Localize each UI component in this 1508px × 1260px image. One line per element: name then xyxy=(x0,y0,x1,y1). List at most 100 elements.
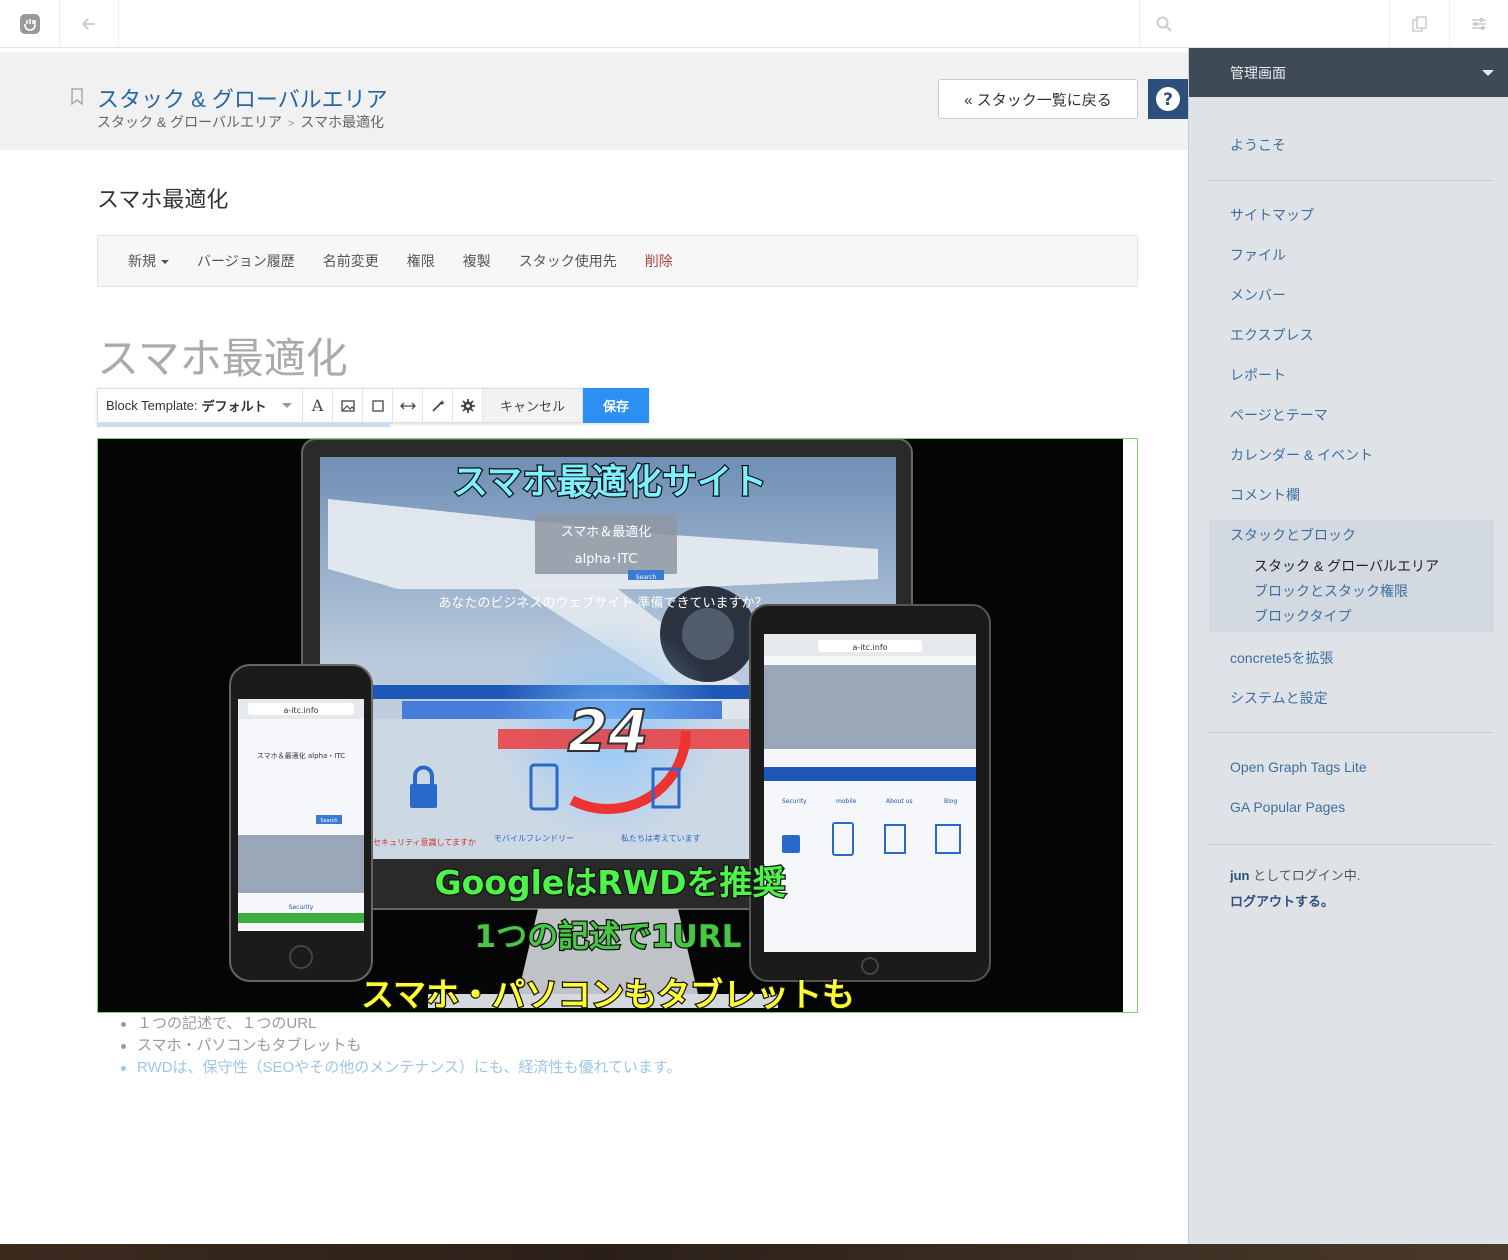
monitor-label-3: 私たちは考えています xyxy=(621,834,701,843)
page-header: スタック & グローバルエリア スタック & グローバルエリア > スマホ最適化 «… xyxy=(0,52,1188,150)
breadcrumb-separator-icon: > xyxy=(287,118,295,130)
dropdown-arrow-icon xyxy=(282,403,292,408)
area-title: スマホ最適化 xyxy=(97,335,348,382)
caption-top: スマホ最適化サイト xyxy=(453,463,767,503)
sidebar-item-members[interactable]: メンバー xyxy=(1230,285,1286,305)
sidebar-subitem-permissions[interactable]: ブロックとスタック権限 xyxy=(1254,581,1408,601)
block-template-select[interactable]: Block Template: デフォルト xyxy=(98,389,303,422)
block-template-label: Block Template: xyxy=(106,398,198,413)
monitor-site-sub: alpha･ITC xyxy=(575,552,638,567)
tablet-url: a-itc.info xyxy=(852,643,887,652)
concrete5-logo-icon[interactable] xyxy=(0,0,60,48)
breadcrumb-item-current: スマホ最適化 xyxy=(300,114,385,130)
sidebar-divider xyxy=(1209,732,1493,733)
list-item-link[interactable]: RWDは、保守性（SEOやその他のメンテナンス）にも、経済性も優れています。 xyxy=(118,1057,682,1079)
sidebar-item-pages-themes[interactable]: ページとテーマ xyxy=(1230,405,1328,425)
menu-version-history[interactable]: バージョン履歴 xyxy=(183,251,309,271)
desktop-strip xyxy=(0,1244,1508,1260)
logout-link[interactable]: ログアウトする。 xyxy=(1230,891,1334,910)
sidebar-divider xyxy=(1209,180,1493,181)
border-icon[interactable] xyxy=(363,389,393,422)
block-template-value: デフォルト xyxy=(201,399,267,414)
sidebar-divider xyxy=(1209,844,1493,845)
help-icon: ? xyxy=(1156,87,1180,111)
phone-url: a-itc.info xyxy=(283,706,318,715)
breadcrumb-item-stacks[interactable]: スタック & グローバルエリア xyxy=(97,114,282,130)
stack-name-heading: スマホ最適化 xyxy=(97,187,229,212)
tablet-col-2: mobile xyxy=(836,798,857,805)
login-status: jun としてログイン中. xyxy=(1230,865,1360,884)
width-arrows-icon[interactable] xyxy=(393,389,423,422)
sidebar-title: 管理画面 xyxy=(1230,64,1286,81)
rwd-devices-image: スマホ＆最適化 alpha･ITC Search あなたのビジネスのウェブサイト… xyxy=(98,439,1123,1012)
sidebar-item-stacks-blocks[interactable]: スタックとブロック xyxy=(1230,525,1356,545)
caption-bottom: スマホ・パソコンもタブレットも xyxy=(361,975,855,1012)
sidebar-item-welcome[interactable]: ようこそ xyxy=(1230,135,1286,155)
image-icon[interactable] xyxy=(333,389,363,422)
monitor-tagline: あなたのビジネスのウェブサイト 準備できていますか？ xyxy=(438,595,767,611)
bookmark-icon[interactable] xyxy=(70,88,84,110)
sidebar-item-calendar[interactable]: カレンダー & イベント xyxy=(1230,445,1373,465)
menu-duplicate[interactable]: 複製 xyxy=(449,251,505,271)
login-suffix: としてログイン中. xyxy=(1249,868,1361,883)
monitor-search-label: Search xyxy=(636,574,657,581)
search-icon[interactable] xyxy=(1139,0,1389,48)
login-username: jun xyxy=(1230,868,1250,883)
list-item: １つの記述で、１つのURL xyxy=(118,1013,682,1035)
sidebar-item-express[interactable]: エクスプレス xyxy=(1230,325,1314,345)
phone-search-label: Search xyxy=(320,818,337,824)
sidebar-item-reports[interactable]: レポート xyxy=(1230,365,1286,385)
block-edit-toolbar: Block Template: デフォルト A キャンセル 保存 xyxy=(97,388,649,423)
tablet-col-4: Blog xyxy=(944,798,957,805)
feature-list: １つの記述で、１つのURL スマホ・パソコンもタブレットも RWDは、保守性（S… xyxy=(118,1013,682,1079)
list-item: スマホ・パソコンもタブレットも xyxy=(118,1035,682,1057)
sidebar-subitem-block-types[interactable]: ブロックタイプ xyxy=(1254,606,1351,626)
back-arrow-icon[interactable] xyxy=(60,0,119,48)
help-button[interactable]: ? xyxy=(1148,79,1188,119)
chevron-down-icon xyxy=(1482,70,1494,76)
settings-sliders-icon[interactable] xyxy=(1449,0,1508,48)
caption-url: 1つの記述で1URL xyxy=(475,919,742,955)
devices-illustration: スマホ＆最適化 alpha･ITC Search あなたのビジネスのウェブサイト… xyxy=(98,439,1123,1012)
tablet-col-3: About us xyxy=(886,798,913,805)
menu-stack-usage[interactable]: スタック使用先 xyxy=(505,251,631,271)
sidebar-item-sitemap[interactable]: サイトマップ xyxy=(1230,205,1314,225)
save-button[interactable]: 保存 xyxy=(583,388,649,423)
sidebar-header[interactable]: 管理画面 xyxy=(1189,48,1508,97)
menu-delete[interactable]: 削除 xyxy=(631,251,687,271)
sidebar-item-files[interactable]: ファイル xyxy=(1230,245,1286,265)
sidebar-item-comments[interactable]: コメント欄 xyxy=(1230,485,1300,505)
monitor-label-2: モバイルフレンドリー xyxy=(494,834,574,843)
pages-icon[interactable] xyxy=(1389,0,1449,48)
menu-new-label: 新規 xyxy=(128,253,156,269)
breadcrumb: スタック & グローバルエリア > スマホ最適化 xyxy=(97,112,384,132)
text-style-icon[interactable]: A xyxy=(303,389,333,422)
help-glyph: ? xyxy=(1163,90,1173,110)
back-to-stacks-button[interactable]: « スタック一覧に戻る xyxy=(938,79,1138,119)
monitor-site-title: スマホ＆最適化 xyxy=(561,524,652,540)
magic-wand-icon[interactable] xyxy=(423,389,453,422)
chevron-down-icon xyxy=(161,260,169,265)
cancel-button[interactable]: キャンセル xyxy=(483,389,583,422)
sidebar-subitem-stacks[interactable]: スタック & グローバルエリア xyxy=(1254,556,1439,576)
menu-rename[interactable]: 名前変更 xyxy=(309,251,393,271)
phone-security: Security xyxy=(289,904,314,911)
monitor-label-1: セキュリティ意識してますか xyxy=(373,837,476,847)
menu-permissions[interactable]: 権限 xyxy=(393,251,449,271)
dashboard-sidebar: 管理画面 ようこそ サイトマップ ファイル メンバー エクスプレス レポート ペ… xyxy=(1188,48,1508,1244)
toolbar-highlight xyxy=(97,423,390,427)
sidebar-item-extend[interactable]: concrete5を拡張 xyxy=(1230,648,1333,668)
counter-number: 24 xyxy=(568,697,649,765)
sidebar-item-system[interactable]: システムと設定 xyxy=(1230,688,1328,708)
phone-title: スマホ＆最適化 alpha・ITC xyxy=(257,751,345,760)
stack-menu-bar: 新規 バージョン履歴 名前変更 権限 複製 スタック使用先 削除 xyxy=(97,235,1138,287)
caption-google: GoogleはRWDを推奨 xyxy=(435,863,786,902)
tablet-col-1: Security xyxy=(782,798,807,805)
top-toolbar xyxy=(0,0,1508,48)
sidebar-item-ga-popular[interactable]: GA Popular Pages xyxy=(1230,799,1345,815)
menu-new[interactable]: 新規 xyxy=(114,251,183,271)
gear-icon[interactable] xyxy=(453,389,483,422)
image-block[interactable]: スマホ＆最適化 alpha･ITC Search あなたのビジネスのウェブサイト… xyxy=(97,438,1138,1013)
sidebar-item-open-graph[interactable]: Open Graph Tags Lite xyxy=(1230,759,1367,775)
page-title: スタック & グローバルエリア xyxy=(97,87,388,112)
